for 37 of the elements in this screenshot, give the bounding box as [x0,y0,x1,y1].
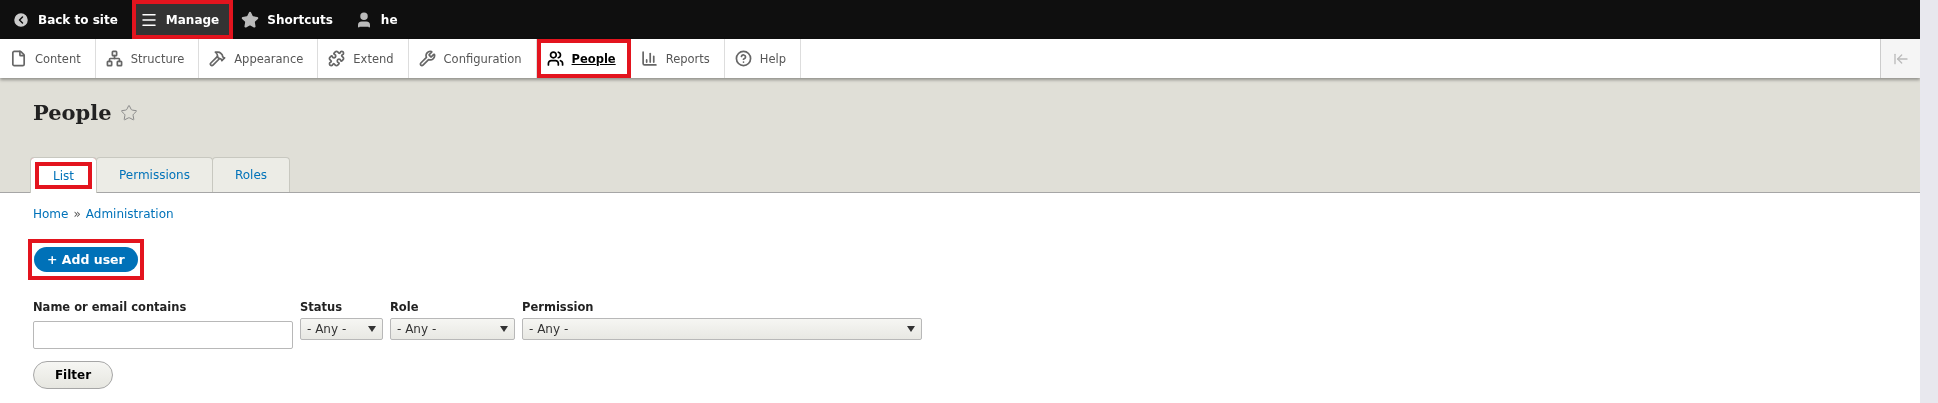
tab[interactable]: Roles [211,157,291,192]
caret-icon [907,326,915,332]
hierarchy-icon [105,50,123,67]
tray-item[interactable]: People [536,39,631,78]
bar-chart-icon [640,50,658,67]
breadcrumb-separator: » [73,207,81,221]
star-icon [241,10,260,29]
people-icon [546,50,564,67]
page-title: People [33,100,112,125]
caret-icon [500,326,508,332]
select-field[interactable]: - Any - [390,318,515,340]
puzzle-icon [328,50,346,67]
help-icon [734,50,752,67]
field-label: Status [300,300,344,314]
name-input-field[interactable] [33,321,293,349]
collapse-button[interactable] [1880,39,1920,78]
toolbar-item[interactable]: Back to site [4,0,132,39]
back-icon [12,10,30,29]
add-user-button[interactable]: + Add user [34,247,138,272]
toolbar-item[interactable]: Shortcuts [233,0,347,39]
select-field[interactable]: - Any - [522,318,922,340]
tab[interactable]: List [30,157,97,193]
star-icon[interactable] [119,103,138,122]
toolbar-item[interactable]: he [346,0,412,39]
tab[interactable]: Permissions [96,157,213,192]
wrench-icon [418,50,436,67]
filter-button[interactable]: Filter [33,361,113,389]
select-field[interactable]: - Any - [300,318,383,340]
breadcrumb-link[interactable]: Home [33,207,69,221]
field-label: Role [390,300,420,314]
breadcrumb-link[interactable]: Administration [85,207,174,221]
file-icon [10,50,27,67]
caret-icon [368,326,376,332]
toolbar-item[interactable]: Manage [131,0,234,39]
field-label: Permission [522,300,595,314]
field-label: Name or email contains [33,300,188,314]
hammer-icon [209,50,227,67]
